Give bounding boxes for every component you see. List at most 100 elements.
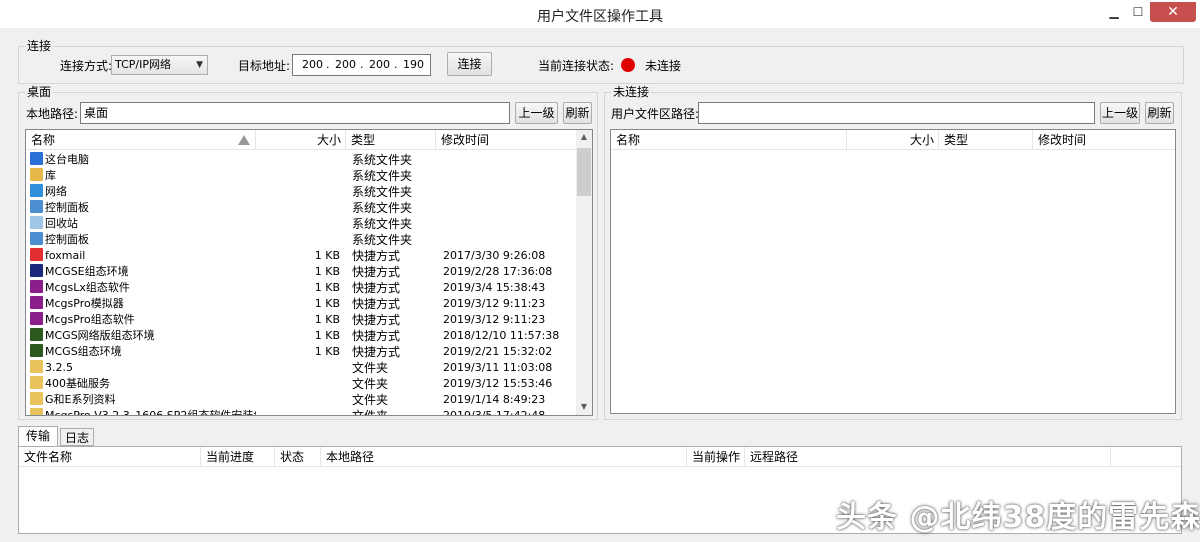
file-type: 系统文件夹 [352, 169, 413, 183]
close-button[interactable]: ✕ [1150, 2, 1196, 22]
sort-up-icon [238, 135, 250, 145]
scroll-thumb[interactable] [577, 148, 591, 196]
ip-dot: . [326, 58, 330, 71]
table-row[interactable]: G和E系列资料 文件夹 2019/1/14 8:49:23 [26, 392, 574, 408]
mcgspro-icon [30, 280, 43, 293]
scroll-up-arrow-icon[interactable]: ▲ [576, 132, 592, 141]
library-icon [30, 168, 43, 181]
ip-dot: . [360, 58, 364, 71]
column-header-remote-path[interactable]: 远程路径 [745, 447, 1111, 467]
column-header-filename[interactable]: 文件名称 [19, 447, 201, 467]
table-row[interactable]: 控制面板 系统文件夹 [26, 232, 574, 248]
file-name: MCGS网络版组态环境 [45, 329, 155, 342]
file-type: 快捷方式 [352, 265, 401, 279]
remote-path-label: 用户文件区路径: [611, 107, 700, 121]
connection-status-value: 未连接 [645, 59, 682, 73]
table-row[interactable]: foxmail 1 KB 快捷方式 2017/3/30 9:26:08 [26, 248, 574, 264]
recycle-bin-icon [30, 216, 43, 229]
window-title: 用户文件区操作工具 [537, 9, 663, 25]
ip-address-field[interactable]: 200 . 200 . 200 . 190 [292, 54, 431, 76]
column-header-size[interactable]: 大小 [256, 130, 346, 150]
file-type: 文件夹 [352, 409, 389, 416]
folder-icon [30, 360, 43, 373]
file-type: 快捷方式 [352, 249, 401, 263]
table-row[interactable]: 网络 系统文件夹 [26, 184, 574, 200]
remote-up-button[interactable]: 上一级 [1100, 102, 1140, 124]
connection-group-title: 连接 [25, 39, 54, 53]
ip-octet-1[interactable]: 200 [302, 58, 323, 72]
ip-octet-3[interactable]: 200 [369, 58, 390, 72]
computer-icon [30, 152, 43, 165]
connection-method-select[interactable]: TCP/IP网络 ▼ [111, 55, 208, 75]
mcgspro-icon [30, 312, 43, 325]
column-header-type[interactable]: 类型 [939, 130, 1033, 150]
local-file-list[interactable]: 名称 大小 类型 修改时间 这台电脑 系统文件夹库系统文件夹 网络 系统文件夹 控制面板… [25, 129, 593, 416]
file-modified: 2019/3/5 17:42:48 [443, 409, 546, 416]
remote-path-input[interactable] [698, 102, 1095, 124]
tab-log[interactable]: 日志 [60, 428, 94, 446]
control-panel-icon [30, 200, 43, 213]
file-size: 1 KB [314, 313, 340, 326]
column-header-operation[interactable]: 当前操作 [687, 447, 745, 467]
ip-octet-2[interactable]: 200 [335, 58, 356, 72]
column-header-modified[interactable]: 修改时间 [436, 130, 576, 150]
file-size: 1 KB [314, 249, 340, 262]
column-header-name[interactable]: 名称 [26, 130, 256, 150]
control-panel-icon [30, 232, 43, 245]
column-header-type[interactable]: 类型 [346, 130, 436, 150]
table-row[interactable]: MCGSE组态环境 1 KB 快捷方式 2019/2/28 17:36:08 [26, 264, 574, 280]
table-row[interactable]: 400基础服务 文件夹 2019/3/12 15:53:46 [26, 376, 574, 392]
status-indicator-icon [621, 58, 635, 72]
connection-method-label: 连接方式: [60, 59, 113, 73]
table-row[interactable]: 这台电脑 系统文件夹 [26, 152, 574, 168]
file-type: 系统文件夹 [352, 201, 413, 215]
chevron-down-icon: ▼ [196, 60, 203, 70]
title-bar: 用户文件区操作工具 ▁ ☐ ✕ [0, 0, 1200, 28]
file-name: McgsPro模拟器 [45, 297, 124, 310]
file-type: 文件夹 [352, 361, 389, 375]
table-row[interactable]: McgsPro模拟器 1 KB 快捷方式 2019/3/12 9:11:23 [26, 296, 574, 312]
column-header-progress[interactable]: 当前进度 [201, 447, 275, 467]
table-row[interactable]: 库 系统文件夹 [26, 168, 574, 184]
column-header-status[interactable]: 状态 [275, 447, 321, 467]
local-list-scrollbar[interactable]: ▲ ▼ [576, 130, 592, 415]
table-row[interactable]: McgsPro V3.2.3_1606 SP2组态软件安装包 文件夹 2019/3/… [26, 408, 574, 416]
mcgs-net-icon [30, 328, 43, 341]
local-path-input[interactable]: 桌面 [80, 102, 510, 124]
connect-button[interactable]: 连接 [447, 52, 492, 76]
table-row[interactable]: 控制面板 系统文件夹 [26, 200, 574, 216]
mcgspro-icon [30, 296, 43, 309]
file-size: 1 KB [314, 281, 340, 294]
remote-file-list[interactable]: 名称 大小 类型 修改时间 [610, 129, 1176, 414]
local-up-button[interactable]: 上一级 [515, 102, 558, 124]
folder-icon [30, 408, 43, 415]
table-row[interactable]: 回收站 系统文件夹 [26, 216, 574, 232]
minimize-button[interactable]: ▁ [1104, 2, 1124, 22]
table-row[interactable]: MCGS组态环境 1 KB 快捷方式 2019/2/21 15:32:02 [26, 344, 574, 360]
column-header-modified[interactable]: 修改时间 [1033, 130, 1175, 150]
file-type: 快捷方式 [352, 329, 401, 343]
file-name: 400基础服务 [45, 377, 110, 390]
file-name: McgsPro V3.2.3_1606 SP2组态软件安装包 [45, 409, 256, 416]
table-row[interactable]: MCGS网络版组态环境 1 KB 快捷方式 2018/12/10 11:57:38 [26, 328, 574, 344]
column-header-local-path[interactable]: 本地路径 [321, 447, 687, 467]
mcgs-icon [30, 264, 43, 277]
maximize-button[interactable]: ☐ [1128, 2, 1148, 22]
table-row[interactable]: McgsLx组态软件 1 KB 快捷方式 2019/3/4 15:38:43 [26, 280, 574, 296]
ip-octet-4[interactable]: 190 [403, 58, 424, 72]
file-type: 快捷方式 [352, 297, 401, 311]
file-name: foxmail [45, 249, 86, 262]
column-header-name[interactable]: 名称 [611, 130, 847, 150]
file-type: 文件夹 [352, 393, 389, 407]
column-header-size[interactable]: 大小 [847, 130, 939, 150]
table-row[interactable]: McgsPro组态软件 1 KB 快捷方式 2019/3/12 9:11:23 [26, 312, 574, 328]
file-modified: 2019/3/11 11:03:08 [443, 361, 553, 374]
remote-refresh-button[interactable]: 刷新 [1145, 102, 1174, 124]
scroll-down-arrow-icon[interactable]: ▼ [576, 402, 592, 411]
table-row[interactable]: 3.2.5 文件夹 2019/3/11 11:03:08 [26, 360, 574, 376]
local-refresh-button[interactable]: 刷新 [563, 102, 592, 124]
tab-transfer[interactable]: 传输 [18, 426, 58, 447]
file-type: 快捷方式 [352, 281, 401, 295]
target-address-label: 目标地址: [238, 59, 291, 73]
transfer-list-header: 文件名称 当前进度 状态 本地路径 当前操作 远程路径 [19, 447, 1181, 467]
